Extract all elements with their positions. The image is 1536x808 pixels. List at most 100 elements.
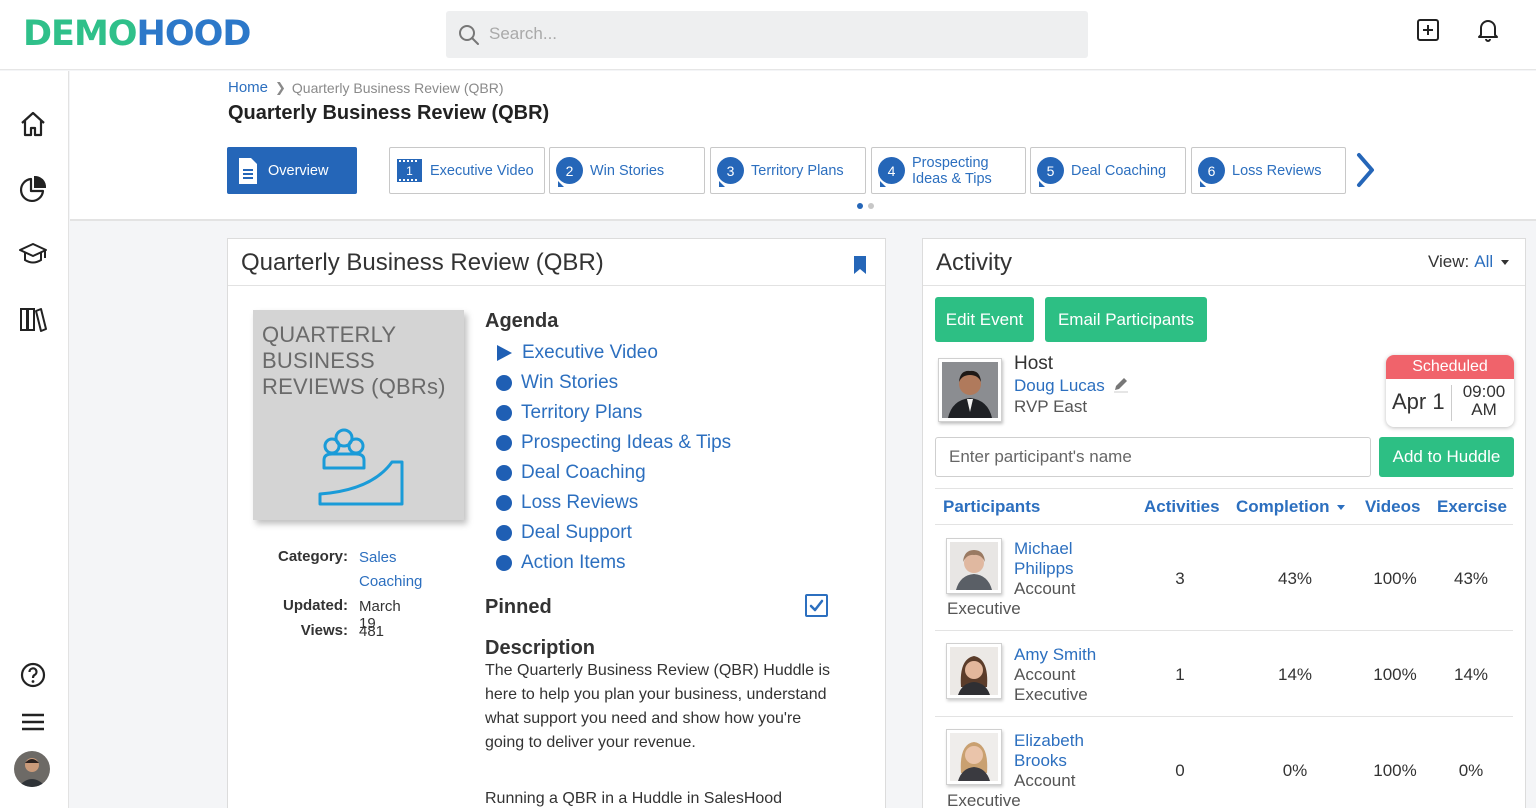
breadcrumb-home[interactable]: Home xyxy=(228,79,268,96)
play-icon xyxy=(497,345,512,361)
bell-icon[interactable] xyxy=(1475,17,1501,43)
col-activities[interactable]: Activities xyxy=(1144,497,1220,517)
tab-number-badge: 6 xyxy=(1198,157,1225,187)
divider xyxy=(228,285,885,286)
email-participants-button[interactable]: Email Participants xyxy=(1045,297,1207,342)
participant-avatar xyxy=(946,538,1002,594)
description-heading: Description xyxy=(485,637,596,659)
agenda-item-label: Territory Plans xyxy=(521,402,643,423)
agenda-item-action-items[interactable]: Action Items xyxy=(496,551,626,575)
thumbnail-line: REVIEWS (QBRs) xyxy=(262,374,446,399)
tab-label: Loss Reviews xyxy=(1232,162,1322,179)
bullet-icon xyxy=(496,375,512,391)
help-icon[interactable] xyxy=(18,660,48,690)
bullet-icon xyxy=(496,555,512,571)
tab-overview[interactable]: Overview xyxy=(227,147,357,194)
demohood-logo[interactable]: DEMO HOOD xyxy=(23,14,251,54)
agenda-item-win-stories[interactable]: Win Stories xyxy=(496,371,618,395)
tab-executive-video[interactable]: 1 Executive Video xyxy=(389,147,545,194)
category-link-line2[interactable]: Coaching xyxy=(359,573,422,590)
completion-cell: 14% xyxy=(1277,665,1313,684)
participant-role-line2: Executive xyxy=(1014,685,1088,704)
participant-name-line1: Amy Smith xyxy=(1014,645,1097,664)
agenda-item-loss-reviews[interactable]: Loss Reviews xyxy=(496,491,638,515)
tab-win-stories[interactable]: 2 Win Stories xyxy=(549,147,705,194)
participant-name-line2: Philipps xyxy=(1014,559,1074,578)
updated-label: Updated: xyxy=(283,597,348,614)
col-videos[interactable]: Videos xyxy=(1365,497,1420,517)
participant-name-line1: Michael xyxy=(1014,539,1073,558)
user-avatar[interactable] xyxy=(14,751,50,787)
menu-icon[interactable] xyxy=(18,707,48,737)
bookmark-icon[interactable] xyxy=(852,255,868,275)
tab-label: Territory Plans xyxy=(751,162,844,179)
agenda-item-label: Executive Video xyxy=(522,342,658,363)
pencil-icon[interactable] xyxy=(1112,375,1130,393)
activities-cell: 1 xyxy=(1175,665,1185,684)
view-filter-dropdown[interactable]: View: All xyxy=(1428,252,1510,272)
participant-role-line1: Account xyxy=(1014,665,1076,684)
tab-territory-plans[interactable]: 3 Territory Plans xyxy=(710,147,866,194)
col-completion[interactable]: Completion xyxy=(1236,497,1345,517)
add-icon[interactable] xyxy=(1415,17,1441,43)
breadcrumb-current: Quarterly Business Review (QBR) xyxy=(291,79,504,96)
divider xyxy=(923,285,1525,286)
participant-avatar xyxy=(946,729,1002,785)
pinned-checkbox[interactable] xyxy=(805,594,828,617)
description-text-2: Running a QBR in a Huddle in SalesHood xyxy=(485,790,783,807)
divider xyxy=(935,488,1513,489)
divider xyxy=(1451,385,1452,421)
bullet-icon xyxy=(496,495,512,511)
agenda-item-deal-coaching[interactable]: Deal Coaching xyxy=(496,461,646,485)
library-icon[interactable] xyxy=(18,304,48,334)
page-header: Home ❯ Quarterly Business Review (QBR) Q… xyxy=(70,71,1536,221)
participant-role-line1: Account xyxy=(1014,579,1076,598)
bullet-icon xyxy=(496,435,512,451)
pie-chart-icon[interactable] xyxy=(18,174,48,204)
edit-event-button[interactable]: Edit Event xyxy=(935,297,1034,342)
search-input[interactable] xyxy=(489,19,1069,49)
table-row[interactable]: Elizabeth Brooks Account Executive 0 0% 1… xyxy=(935,717,1513,808)
videos-cell: 100% xyxy=(1373,761,1417,780)
bullet-icon xyxy=(496,525,512,541)
home-icon[interactable] xyxy=(18,109,48,139)
agenda-item-deal-support[interactable]: Deal Support xyxy=(496,521,632,545)
category-link-line1[interactable]: Sales xyxy=(359,549,397,566)
tab-deal-coaching[interactable]: 5 Deal Coaching xyxy=(1030,147,1186,194)
carousel-dot-active[interactable] xyxy=(857,203,863,209)
agenda-item-label: Deal Support xyxy=(521,522,632,543)
table-row[interactable]: Amy Smith Account Executive 1 14% 100% 1… xyxy=(935,631,1513,716)
activity-card: Activity View: All Edit Event Email Part… xyxy=(922,238,1526,808)
tab-prospecting-ideas[interactable]: 4 Prospecting Ideas & Tips xyxy=(871,147,1026,194)
pinned-heading: Pinned xyxy=(485,596,552,618)
participant-name-link[interactable]: Michael Philipps xyxy=(1014,539,1074,579)
tab-label: Win Stories xyxy=(590,162,665,179)
participant-name-link[interactable]: Amy Smith xyxy=(1014,645,1096,665)
chevron-right-icon: ❯ xyxy=(275,79,286,95)
participant-name-line2: Brooks xyxy=(1014,751,1067,770)
chevron-right-icon[interactable] xyxy=(1353,151,1377,189)
participant-role-line2: Executive xyxy=(947,599,1021,618)
search-icon xyxy=(459,25,479,45)
host-name-link[interactable]: Doug Lucas xyxy=(1014,376,1105,396)
col-exercise[interactable]: Exercise xyxy=(1437,497,1507,517)
tab-number-badge: 5 xyxy=(1037,157,1064,187)
views-label: Views: xyxy=(300,622,348,639)
col-participants[interactable]: Participants xyxy=(943,497,1040,517)
agenda-item-territory-plans[interactable]: Territory Plans xyxy=(496,401,642,425)
table-row[interactable]: Michael Philipps Account Executive 3 43% … xyxy=(935,525,1513,630)
add-to-huddle-button[interactable]: Add to Huddle xyxy=(1379,437,1514,477)
exercise-cell: 0% xyxy=(1458,761,1484,780)
participant-name-link[interactable]: Elizabeth Brooks xyxy=(1014,731,1084,771)
huddle-thumbnail: QUARTERLY BUSINESS REVIEWS (QBRs) xyxy=(253,310,464,520)
card-title: Quarterly Business Review (QBR) xyxy=(241,249,604,276)
agenda-item-prospecting[interactable]: Prospecting Ideas & Tips xyxy=(496,431,731,455)
carousel-dot[interactable] xyxy=(868,203,874,209)
tab-loss-reviews[interactable]: 6 Loss Reviews xyxy=(1191,147,1346,194)
col-completion-label: Completion xyxy=(1236,497,1330,516)
graduation-cap-icon[interactable] xyxy=(18,239,48,269)
agenda-item-executive-video[interactable]: Executive Video xyxy=(496,341,658,365)
tab-number-badge: 4 xyxy=(878,157,905,187)
participant-name-input[interactable] xyxy=(935,437,1371,477)
document-icon xyxy=(239,157,257,184)
